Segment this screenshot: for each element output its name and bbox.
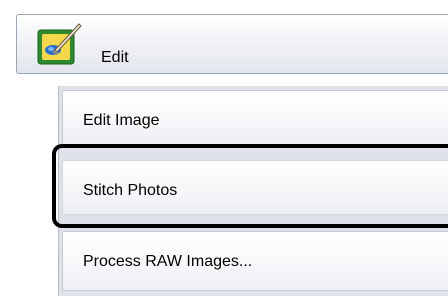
menu-item-label: Process RAW Images... <box>83 253 253 270</box>
menu-item-stitch-photos[interactable]: Stitch Photos <box>62 160 448 215</box>
menu-item-edit-image[interactable]: Edit Image <box>62 90 448 145</box>
edit-section-header[interactable]: Edit <box>16 14 448 74</box>
menu-item-label: Stitch Photos <box>83 182 178 199</box>
section-title: Edit <box>101 49 129 66</box>
edit-palette-brush-icon <box>37 23 82 65</box>
menu-item-label: Edit Image <box>83 112 160 129</box>
menu-item-process-raw-images[interactable]: Process RAW Images... <box>62 231 448 291</box>
edit-panel: Edit Edit Image Stitch Photos Process RA… <box>0 0 448 296</box>
